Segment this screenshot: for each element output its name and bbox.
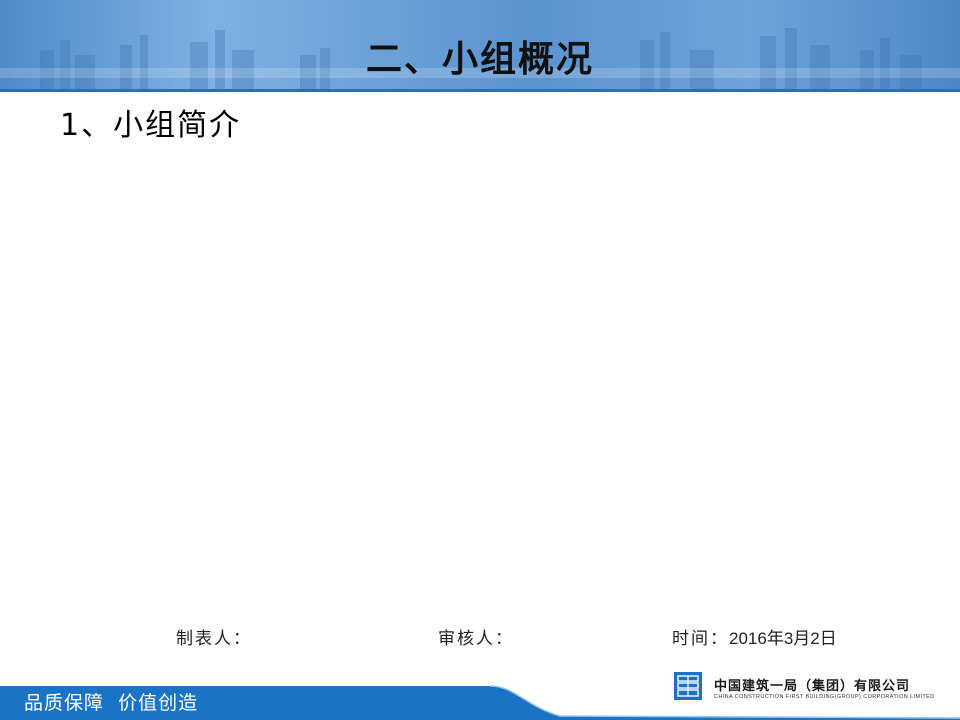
company-name-en: CHINA CONSTRUCTION FIRST BUILDING(GROUP)…	[714, 694, 935, 700]
company-brand: 中国建筑一局（集团）有限公司 CHINA CONSTRUCTION FIRST …	[674, 672, 944, 702]
time-field: 时间：2016年3月2日	[672, 624, 837, 649]
time-label: 时间：	[672, 629, 729, 649]
slide: 二、小组概况 1、小组简介 制表人： 审核人： 时间：2016年3月2日 品质保…	[0, 0, 960, 720]
maker-label: 制表人：	[176, 629, 252, 649]
footer-slogan: 品质保障 价值创造	[24, 692, 199, 714]
company-name-cn: 中国建筑一局（集团）有限公司	[714, 679, 911, 694]
section-heading: 1、小组简介	[60, 108, 242, 143]
header-divider	[0, 89, 960, 92]
page-title: 二、小组概况	[365, 39, 594, 80]
reviewer-label: 审核人：	[438, 629, 514, 649]
company-logo-icon	[674, 672, 702, 700]
time-value: 2016年3月2日	[729, 629, 837, 648]
